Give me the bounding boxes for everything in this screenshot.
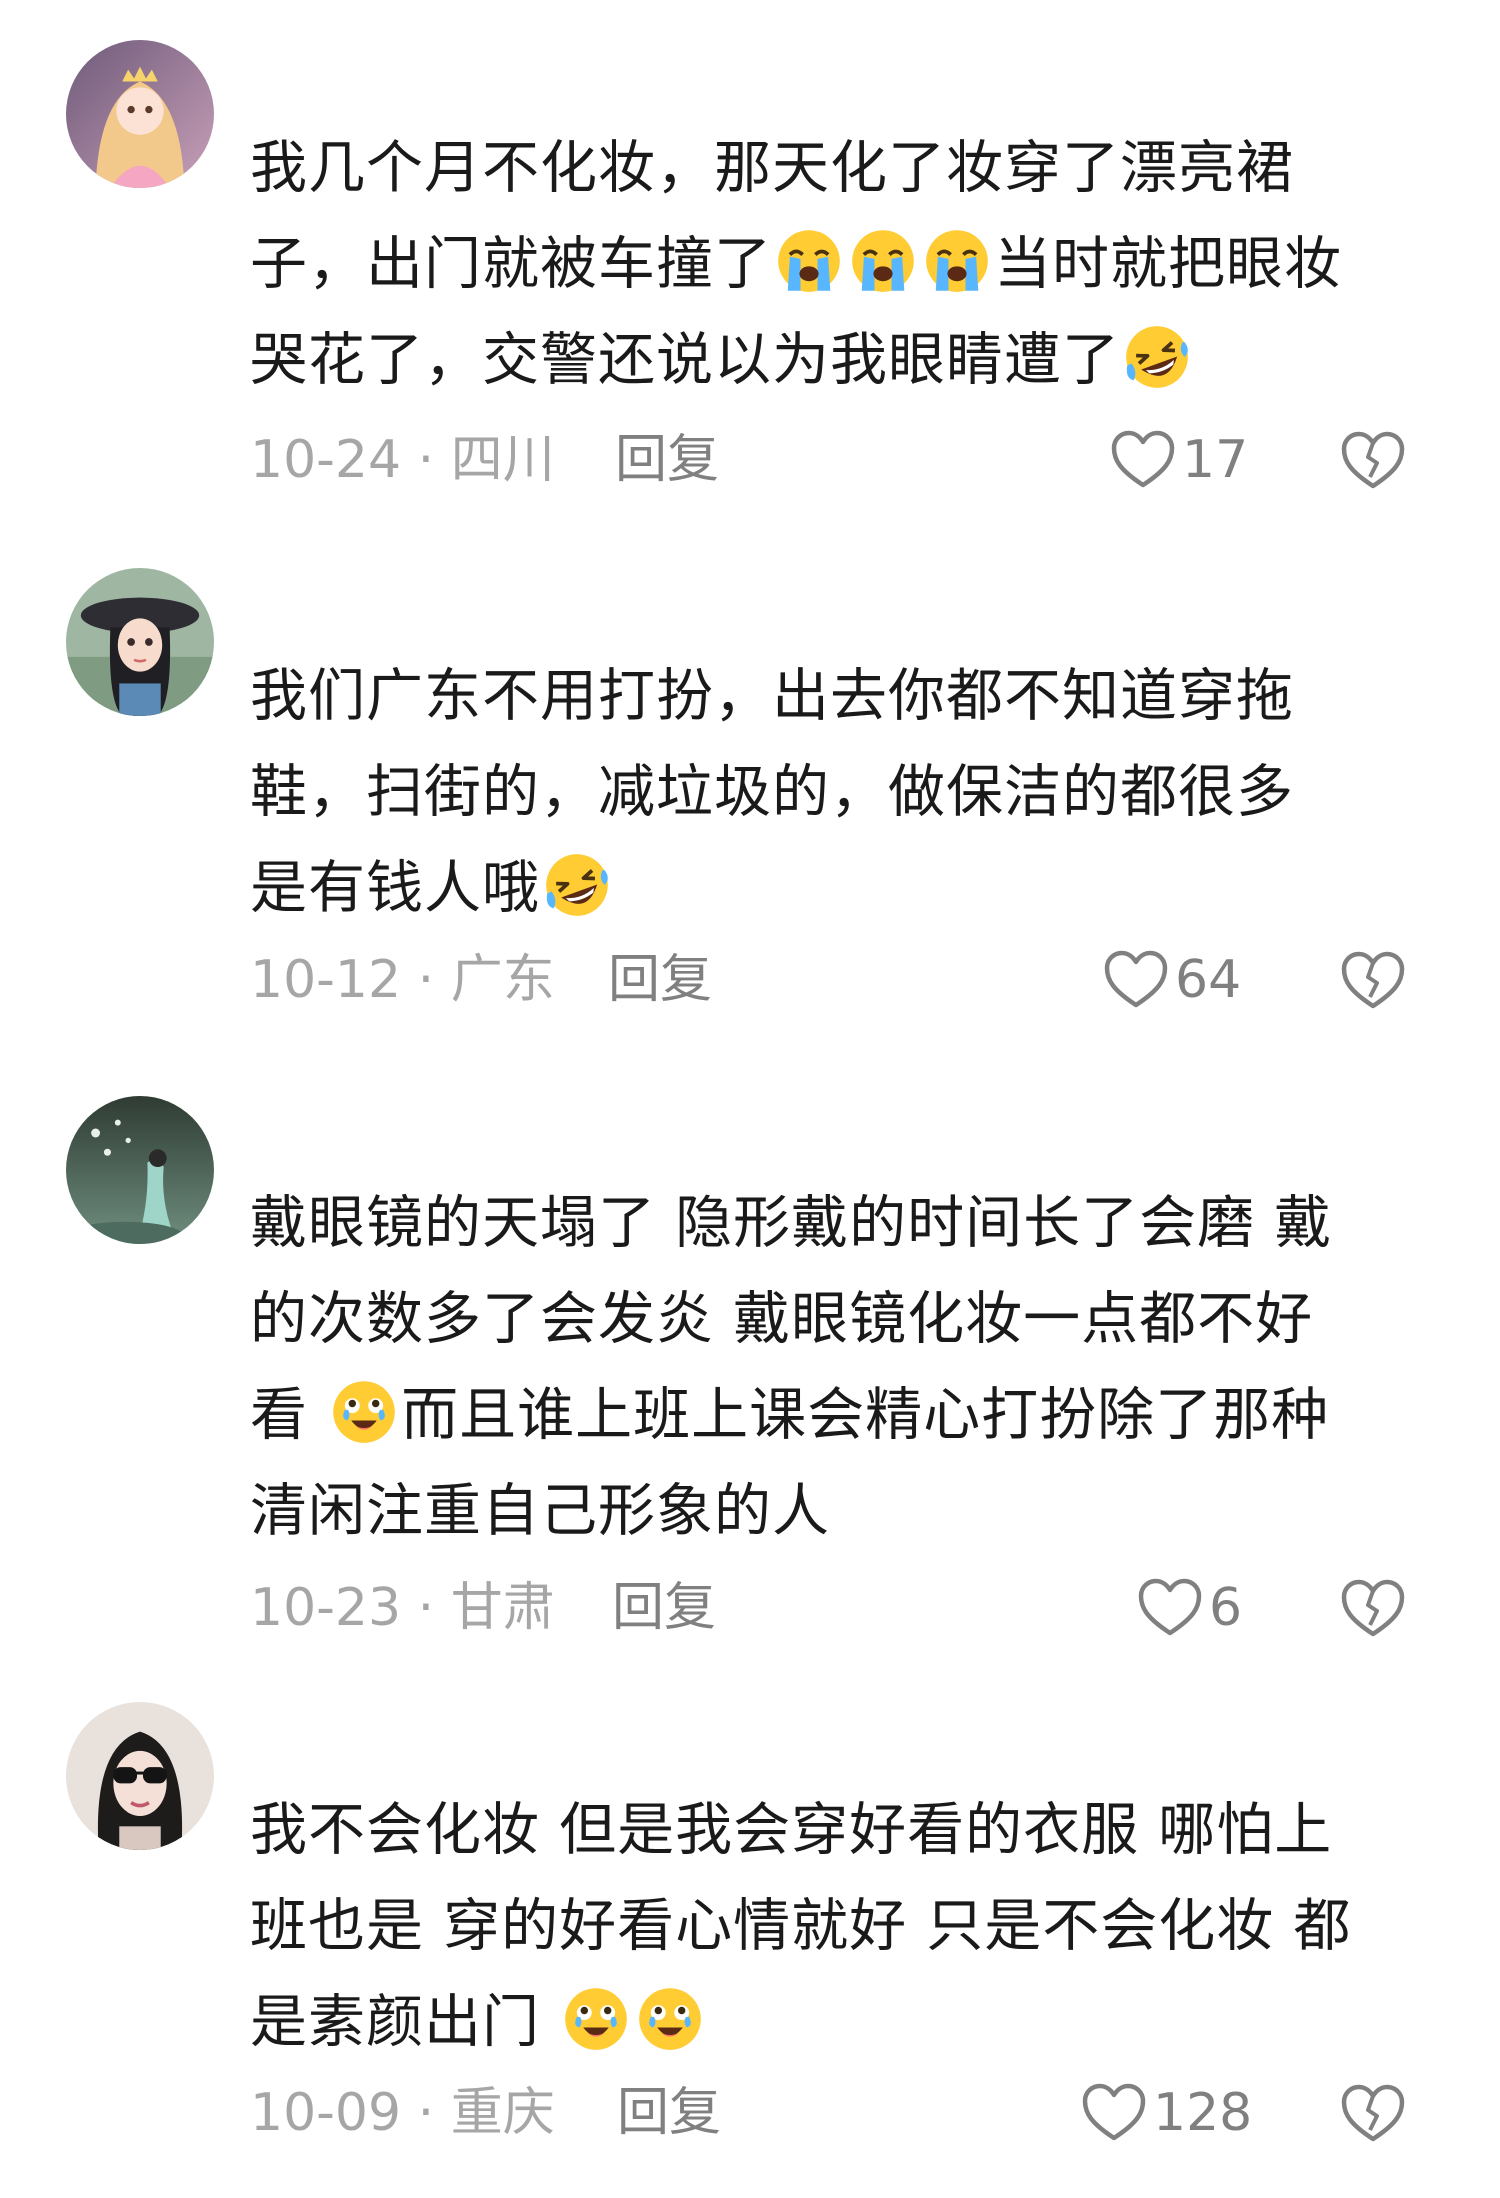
- comment-text-segment: 清闲注重自己形象的人: [250, 1478, 830, 1544]
- comment-text-segment: 而且谁上班上课会精心打扮除了那种: [401, 1382, 1330, 1448]
- like-count: 17: [1182, 430, 1249, 490]
- comment-text-segment: 是有钱人哦: [250, 855, 540, 921]
- comment-date-location: 10-23 · 甘肃: [250, 1578, 555, 1638]
- tearful-joy-face-icon: [636, 1985, 704, 2053]
- comment-text-segment: 是素颜出门: [250, 1989, 560, 2055]
- forest-avatar-icon: [66, 1096, 214, 1244]
- avatar[interactable]: [66, 1096, 214, 1244]
- comment-text-segment: 班也是 穿的好看心情就好 只是不会化妆 都: [250, 1893, 1352, 1959]
- girl-hat-avatar-icon: [66, 568, 214, 716]
- rolling-laughing-face-icon: [1123, 323, 1191, 391]
- comment-text-line: 我几个月不化妆，那天化了妆穿了漂亮裙: [250, 120, 1430, 216]
- reply-button[interactable]: 回复: [615, 425, 719, 495]
- like-count: 64: [1175, 950, 1242, 1010]
- loudly-crying-face-icon: [923, 227, 991, 295]
- sunglasses-avatar-icon: [66, 1702, 214, 1850]
- avatar[interactable]: [66, 40, 214, 188]
- broken-heart-icon[interactable]: [1340, 2082, 1406, 2144]
- comment-text-segment: 当时就把眼妆: [994, 231, 1342, 297]
- like-count: 128: [1153, 2083, 1253, 2143]
- loudly-crying-face-icon: [775, 227, 843, 295]
- comment-text-segment: 哭花了，交警还说以为我眼睛遭了: [250, 327, 1120, 393]
- comment-text-line: 的次数多了会发炎 戴眼镜化妆一点都不好: [250, 1271, 1430, 1367]
- reply-button[interactable]: 回复: [617, 2078, 721, 2148]
- comment-text-segment: 戴眼镜的天塌了 隐形戴的时间长了会磨 戴: [250, 1190, 1333, 1256]
- comment-text-line: 哭花了，交警还说以为我眼睛遭了: [250, 312, 1430, 408]
- broken-heart-icon[interactable]: [1340, 949, 1406, 1011]
- comment-text-line: 戴眼镜的天塌了 隐形戴的时间长了会磨 戴: [250, 1175, 1430, 1271]
- comment-text-line: 是素颜出门: [250, 1974, 1430, 2070]
- reply-button[interactable]: 回复: [612, 1573, 716, 1643]
- like-count: 6: [1209, 1578, 1243, 1638]
- comment-meta: 10-12 · 广东 回复 64: [250, 945, 1430, 1015]
- avatar[interactable]: [66, 568, 214, 716]
- comment-text-line: 我不会化妆 但是我会穿好看的衣服 哪怕上: [250, 1782, 1430, 1878]
- comment-text: 我几个月不化妆，那天化了妆穿了漂亮裙 子，出门就被车撞了 当时就把眼妆哭花了，交警还…: [250, 120, 1430, 408]
- comment-text: 戴眼镜的天塌了 隐形戴的时间长了会磨 戴的次数多了会发炎 戴眼镜化妆一点都不好看…: [250, 1175, 1430, 1559]
- like-button[interactable]: 17: [1110, 425, 1248, 495]
- comment-text-line: 清闲注重自己形象的人: [250, 1463, 1430, 1559]
- comment-text-line: 鞋，扫街的，减垃圾的，做保洁的都很多: [250, 744, 1430, 840]
- comment-date-location: 10-24 · 四川: [250, 430, 555, 490]
- princess-avatar-icon: [66, 40, 214, 188]
- comment-text: 我不会化妆 但是我会穿好看的衣服 哪怕上 班也是 穿的好看心情就好 只是不会化妆 …: [250, 1782, 1430, 2070]
- comment-text-segment: 我不会化妆 但是我会穿好看的衣服 哪怕上: [250, 1797, 1333, 1863]
- comment-date-location: 10-09 · 重庆: [250, 2083, 555, 2143]
- heart-icon: [1110, 430, 1176, 490]
- like-button[interactable]: 6: [1137, 1573, 1242, 1643]
- heart-icon: [1103, 950, 1169, 1010]
- avatar[interactable]: [66, 1702, 214, 1850]
- comment-meta: 10-24 · 四川 回复 17: [250, 425, 1430, 495]
- comment-meta: 10-23 · 甘肃 回复 6: [250, 1573, 1430, 1643]
- like-button[interactable]: 128: [1081, 2078, 1252, 2148]
- comment-text-segment: 鞋，扫街的，减垃圾的，做保洁的都很多: [250, 759, 1294, 825]
- like-button[interactable]: 64: [1103, 945, 1241, 1015]
- comment-text-segment: 看: [250, 1382, 328, 1448]
- tearful-joy-face-icon: [330, 1378, 398, 1446]
- comment-text-line: 班也是 穿的好看心情就好 只是不会化妆 都: [250, 1878, 1430, 1974]
- heart-icon: [1137, 1578, 1203, 1638]
- broken-heart-icon[interactable]: [1340, 429, 1406, 491]
- broken-heart-icon[interactable]: [1340, 1577, 1406, 1639]
- comment-date-location: 10-12 · 广东: [250, 950, 555, 1010]
- comment-text-segment: 子，出门就被车撞了: [250, 231, 772, 297]
- comment-meta: 10-09 · 重庆 回复 128: [250, 2078, 1430, 2148]
- comment-text-line: 是有钱人哦: [250, 840, 1430, 936]
- rolling-laughing-face-icon: [543, 851, 611, 919]
- tearful-joy-face-icon: [562, 1985, 630, 2053]
- comment-text: 我们广东不用打扮，出去你都不知道穿拖 鞋，扫街的，减垃圾的，做保洁的都很多 是有钱人…: [250, 648, 1430, 936]
- heart-icon: [1081, 2083, 1147, 2143]
- comment-text-segment: 我们广东不用打扮，出去你都不知道穿拖: [250, 663, 1294, 729]
- comment-text-line: 子，出门就被车撞了 当时就把眼妆: [250, 216, 1430, 312]
- reply-button[interactable]: 回复: [608, 945, 712, 1015]
- comment-text-segment: 我几个月不化妆，那天化了妆穿了漂亮裙: [250, 135, 1294, 201]
- comment-text-line: 看 而且谁上班上课会精心打扮除了那种: [250, 1367, 1430, 1463]
- loudly-crying-face-icon: [849, 227, 917, 295]
- comment-text-line: 我们广东不用打扮，出去你都不知道穿拖: [250, 648, 1430, 744]
- comment-text-segment: 的次数多了会发炎 戴眼镜化妆一点都不好: [250, 1286, 1314, 1352]
